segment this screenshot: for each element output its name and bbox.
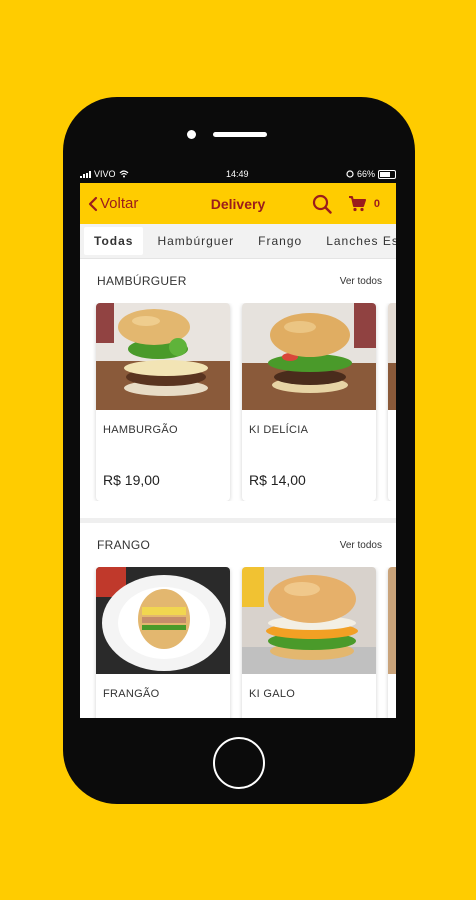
section-header: HAMBÚRGUER Ver todos [80,259,396,303]
section-header: FRANGO Ver todos [80,523,396,567]
status-right: 66% [346,169,396,179]
product-card[interactable]: KI GALO [242,567,376,718]
chicken-sandwich-photo [96,567,230,674]
wifi-icon [119,170,128,178]
status-bar: VIVO 14:49 66% [80,167,396,181]
home-button[interactable] [213,737,265,789]
product-card[interactable]: KI DELÍCIA R$ 14,00 [242,303,376,501]
carrier-label: VIVO [94,169,116,179]
product-name: KI GALO [249,688,296,700]
see-all-link[interactable]: Ver todos [340,276,382,287]
app-header: Voltar Delivery 0 [80,183,396,224]
section-hamburguer: HAMBÚRGUER Ver todos HAMBURGÃO R$ 19,00 … [80,259,396,501]
product-name: HAMBURGÃO [103,424,178,436]
section-title: HAMBÚRGUER [97,274,187,288]
product-price: R$ 19,00 [103,472,160,488]
header-actions: 0 [312,194,380,214]
phone-frame: VIVO 14:49 66% Voltar Delivery 0 Todas H… [63,97,415,804]
product-card[interactable]: FRANGÃO [96,567,230,718]
burger-photo [388,303,396,410]
section-title: FRANGO [97,538,151,552]
see-all-link[interactable]: Ver todos [340,540,382,551]
section-frango: FRANGO Ver todos FRANGÃO KI GALO [80,523,396,718]
chicken-burger-photo [242,567,376,674]
back-button[interactable]: Voltar [88,195,138,212]
product-price: R$ 14,00 [249,472,306,488]
back-label: Voltar [100,195,139,212]
cart-button[interactable]: 0 [348,195,380,212]
tab-todas[interactable]: Todas [84,227,144,255]
tab-frango[interactable]: Frango [248,227,312,255]
search-icon[interactable] [312,194,332,214]
product-card-peek[interactable] [388,567,396,718]
product-carousel: HAMBURGÃO R$ 19,00 KI DELÍCIA R$ 14,00 [80,303,396,501]
burger-photo [242,303,376,410]
category-tabs: Todas Hambúrguer Frango Lanches Es [80,224,396,259]
alarm-icon [346,170,354,178]
product-name: KI DELÍCIA [249,424,309,436]
burger-photo [96,303,230,410]
signal-icon [80,170,91,178]
cart-count: 0 [373,197,380,210]
status-left: VIVO [80,169,129,179]
battery-icon [378,169,396,179]
tab-hamburguer[interactable]: Hambúrguer [147,227,244,255]
chevron-left-icon [88,196,98,211]
front-camera [187,130,196,139]
app-screen: Voltar Delivery 0 Todas Hambúrguer Frang… [80,183,396,718]
product-name: FRANGÃO [103,688,160,700]
cart-icon [348,195,366,211]
tab-lanches[interactable]: Lanches Es [316,227,396,255]
product-card-peek[interactable] [388,303,396,501]
battery-percent: 66% [356,169,375,179]
status-time: 14:49 [225,169,249,179]
product-carousel: FRANGÃO KI GALO [80,567,396,718]
product-card[interactable]: HAMBURGÃO R$ 19,00 [96,303,230,501]
earpiece-speaker [213,132,267,137]
product-photo [388,567,396,674]
